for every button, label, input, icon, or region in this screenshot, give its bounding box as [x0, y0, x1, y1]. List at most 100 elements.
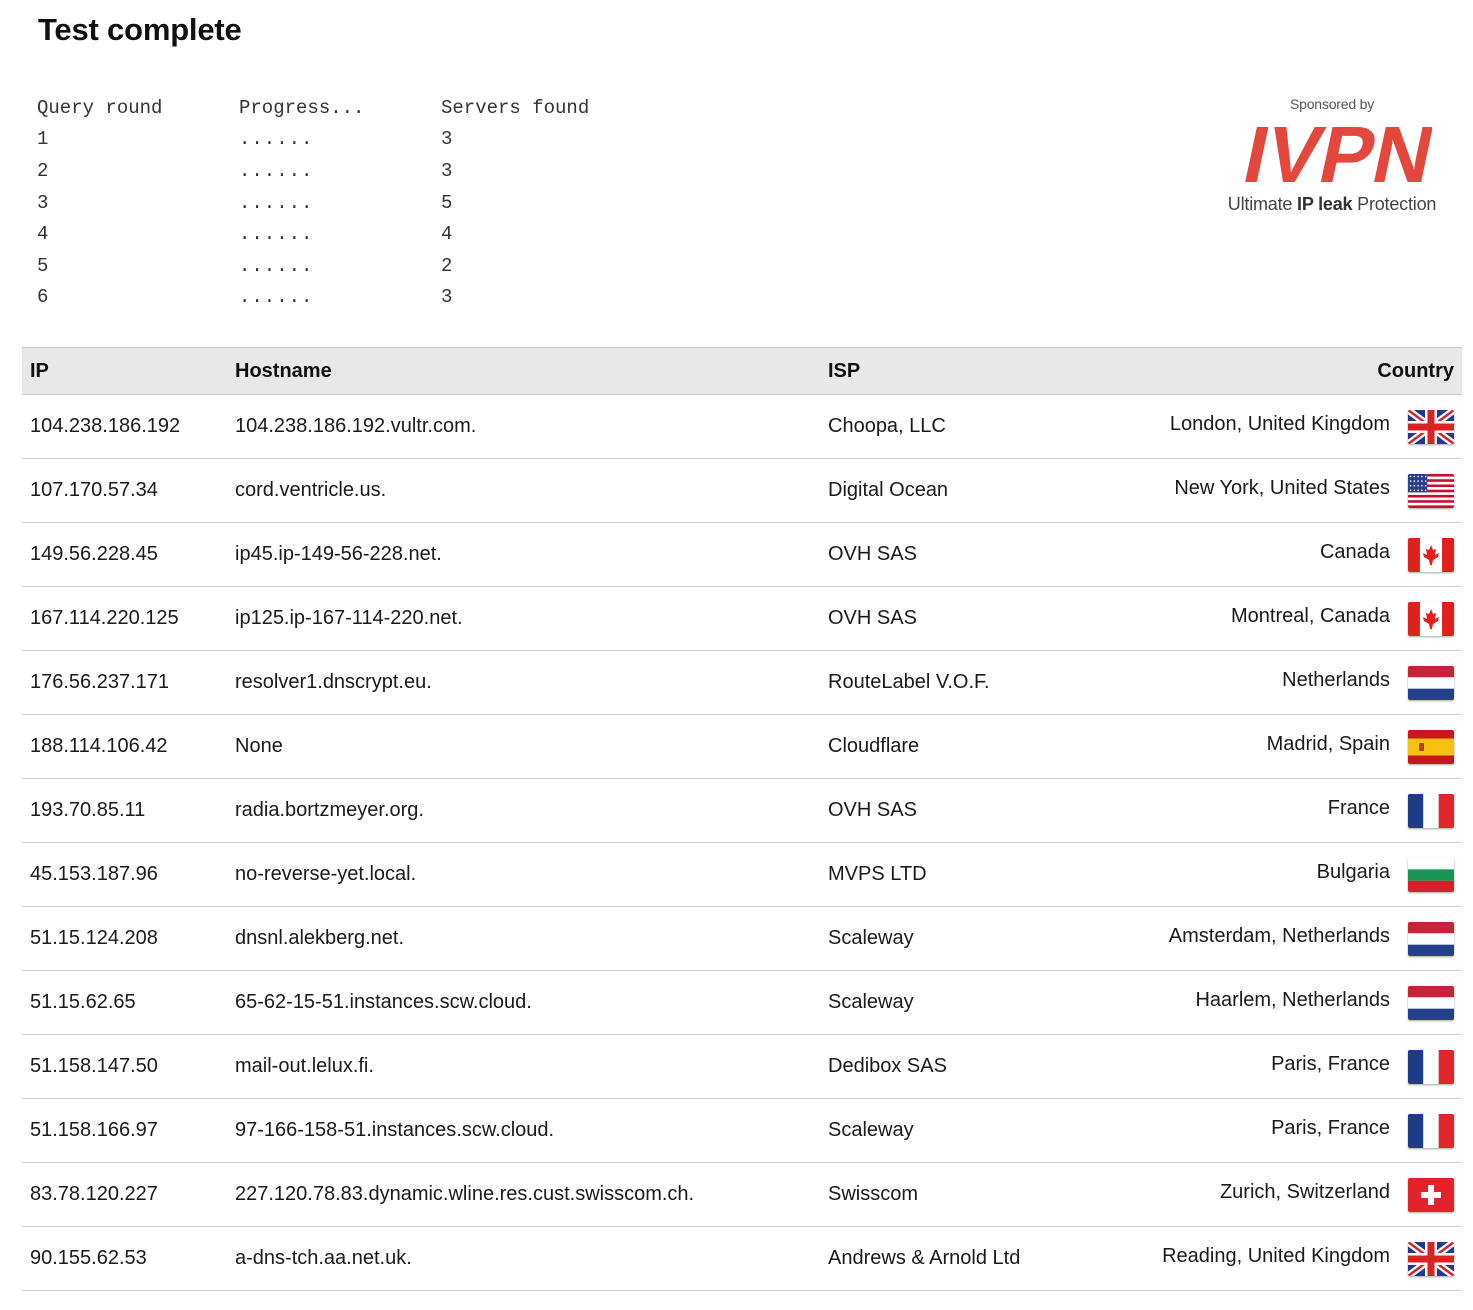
query-round-value: 3 [37, 191, 49, 214]
fr-flag-icon [1408, 793, 1454, 828]
servers-found-header: Servers found [441, 96, 590, 119]
country-name: Reading, United Kingdom [1162, 1245, 1390, 1267]
ca-flag-icon [1408, 537, 1454, 572]
country-name: Zurich, Switzerland [1219, 1181, 1390, 1203]
ivpn-logo[interactable]: IVPN [1232, 122, 1432, 190]
progress-dots: ...... [239, 128, 314, 151]
table-row: 188.114.106.42 None Cloudflare Madrid, Spai… [22, 714, 1462, 779]
query-round-value: 2 [37, 159, 49, 182]
isp-cell: Scaleway [820, 906, 1130, 971]
table-row: 51.158.147.50 mail-out.lelux.fi. Dedibox S… [22, 1034, 1462, 1099]
isp-cell: Dedibox SAS [820, 1034, 1130, 1099]
hostname-cell: None [227, 714, 820, 779]
ip-cell: 167.114.220.125 [22, 586, 227, 651]
isp-cell: Digital Ocean [820, 458, 1130, 523]
isp-cell: Choopa, LLC [820, 394, 1130, 459]
nl-flag-icon [1408, 985, 1454, 1020]
table-row: 104.238.186.192 104.238.186.192.vultr.com… [22, 394, 1462, 459]
hostname-cell: 104.238.186.192.vultr.com. [227, 394, 820, 459]
progress-dots: ...... [239, 191, 314, 214]
servers-found-value: 5 [441, 191, 453, 214]
country-cell: Montreal, Canada [1130, 586, 1462, 651]
table-row: 51.15.124.208 dnsnl.alekberg.net. Scaleway… [22, 906, 1462, 971]
country-cell: Madrid, Spain [1130, 714, 1462, 779]
nl-flag-icon [1408, 665, 1454, 700]
query-row: 6...... 3 [37, 282, 643, 314]
ip-cell: 51.158.166.97 [22, 1098, 227, 1163]
progress-dots: ...... [239, 286, 314, 309]
ip-cell: 149.56.228.45 [22, 522, 227, 587]
hostname-cell: cord.ventricle.us. [227, 458, 820, 523]
hostname-cell: no-reverse-yet.local. [227, 842, 820, 907]
isp-cell: Scaleway [820, 970, 1130, 1035]
table-row: 107.170.57.34 cord.ventricle.us. Digital O… [22, 458, 1462, 523]
country-name: Paris, France [1271, 1053, 1390, 1075]
query-progress-table: Query round Progress... Servers found 1.… [37, 92, 643, 313]
servers-found-value: 3 [441, 159, 453, 182]
ip-cell: 51.15.62.65 [22, 970, 227, 1035]
country-cell: Paris, France [1130, 1034, 1462, 1099]
hostname-cell: dnsnl.alekberg.net. [227, 906, 820, 971]
country-cell: London, United Kingdom [1130, 394, 1462, 459]
ch-flag-icon [1408, 1177, 1454, 1212]
isp-cell: Scaleway [820, 1098, 1130, 1163]
ip-cell: 176.56.237.171 [22, 650, 227, 715]
country-name: Haarlem, Netherlands [1195, 989, 1390, 1011]
isp-cell: MVPS LTD [820, 842, 1130, 907]
isp-cell: Cloudflare [820, 714, 1130, 779]
hostname-cell: ip125.ip-167-114-220.net. [227, 586, 820, 651]
servers-found-value: 3 [441, 128, 453, 151]
country-cell: Haarlem, Netherlands [1130, 970, 1462, 1035]
us-flag-icon [1408, 473, 1454, 508]
country-name: Amsterdam, Netherlands [1168, 925, 1390, 947]
country-cell: Bulgaria [1130, 842, 1462, 907]
country-cell: France [1130, 778, 1462, 843]
country-cell: Zurich, Switzerland [1130, 1162, 1462, 1227]
ip-cell: 90.155.62.53 [22, 1226, 227, 1291]
uk-flag-icon [1408, 409, 1454, 444]
bg-flag-icon [1408, 857, 1454, 892]
nl-flag-icon [1408, 921, 1454, 956]
query-row: 4...... 4 [37, 218, 643, 250]
ip-cell: 51.158.147.50 [22, 1034, 227, 1099]
isp-column-header: ISP [820, 347, 1130, 395]
query-header-row: Query round Progress... Servers found [37, 92, 643, 124]
isp-cell: OVH SAS [820, 522, 1130, 587]
hostname-cell: 97-166-158-51.instances.scw.cloud. [227, 1098, 820, 1163]
ip-column-header: IP [22, 347, 227, 395]
dns-servers-table: IP Hostname ISP Country 104.238.186.192 1… [22, 347, 1462, 1291]
hostname-cell: radia.bortzmeyer.org. [227, 778, 820, 843]
country-cell: Paris, France [1130, 1098, 1462, 1163]
country-name: France [1327, 797, 1390, 819]
fr-flag-icon [1408, 1113, 1454, 1148]
progress-header: Progress... [239, 96, 365, 119]
hostname-cell: 65-62-15-51.instances.scw.cloud. [227, 970, 820, 1035]
table-row: 51.15.62.65 65-62-15-51.instances.scw.clo… [22, 970, 1462, 1035]
query-row: 3...... 5 [37, 187, 643, 219]
ip-cell: 45.153.187.96 [22, 842, 227, 907]
hostname-cell: ip45.ip-149-56-228.net. [227, 522, 820, 587]
country-cell: New York, United States [1130, 458, 1462, 523]
ivpn-logo-text: IVPN [1236, 122, 1432, 190]
servers-found-value: 2 [441, 254, 453, 277]
isp-cell: OVH SAS [820, 778, 1130, 843]
ip-cell: 188.114.106.42 [22, 714, 227, 779]
ip-cell: 107.170.57.34 [22, 458, 227, 523]
table-row: 90.155.62.53 a-dns-tch.aa.net.uk. Andrews … [22, 1226, 1462, 1291]
hostname-cell: mail-out.lelux.fi. [227, 1034, 820, 1099]
country-name: Montreal, Canada [1231, 605, 1390, 627]
country-name: Paris, France [1271, 1117, 1390, 1139]
hostname-cell: a-dns-tch.aa.net.uk. [227, 1226, 820, 1291]
fr-flag-icon [1408, 1049, 1454, 1084]
hostname-cell: 227.120.78.83.dynamic.wline.res.cust.swi… [227, 1162, 820, 1227]
query-round-value: 1 [37, 128, 49, 151]
ip-cell: 104.238.186.192 [22, 394, 227, 459]
progress-dots: ...... [239, 159, 314, 182]
hostname-cell: resolver1.dnscrypt.eu. [227, 650, 820, 715]
table-row: 51.158.166.97 97-166-158-51.instances.scw… [22, 1098, 1462, 1163]
table-row: 149.56.228.45 ip45.ip-149-56-228.net. OVH … [22, 522, 1462, 587]
query-round-value: 6 [37, 286, 49, 309]
isp-cell: RouteLabel V.O.F. [820, 650, 1130, 715]
sponsor-block[interactable]: Sponsored by IVPN Ultimate IP leak Prote… [1214, 96, 1450, 215]
ip-cell: 193.70.85.11 [22, 778, 227, 843]
